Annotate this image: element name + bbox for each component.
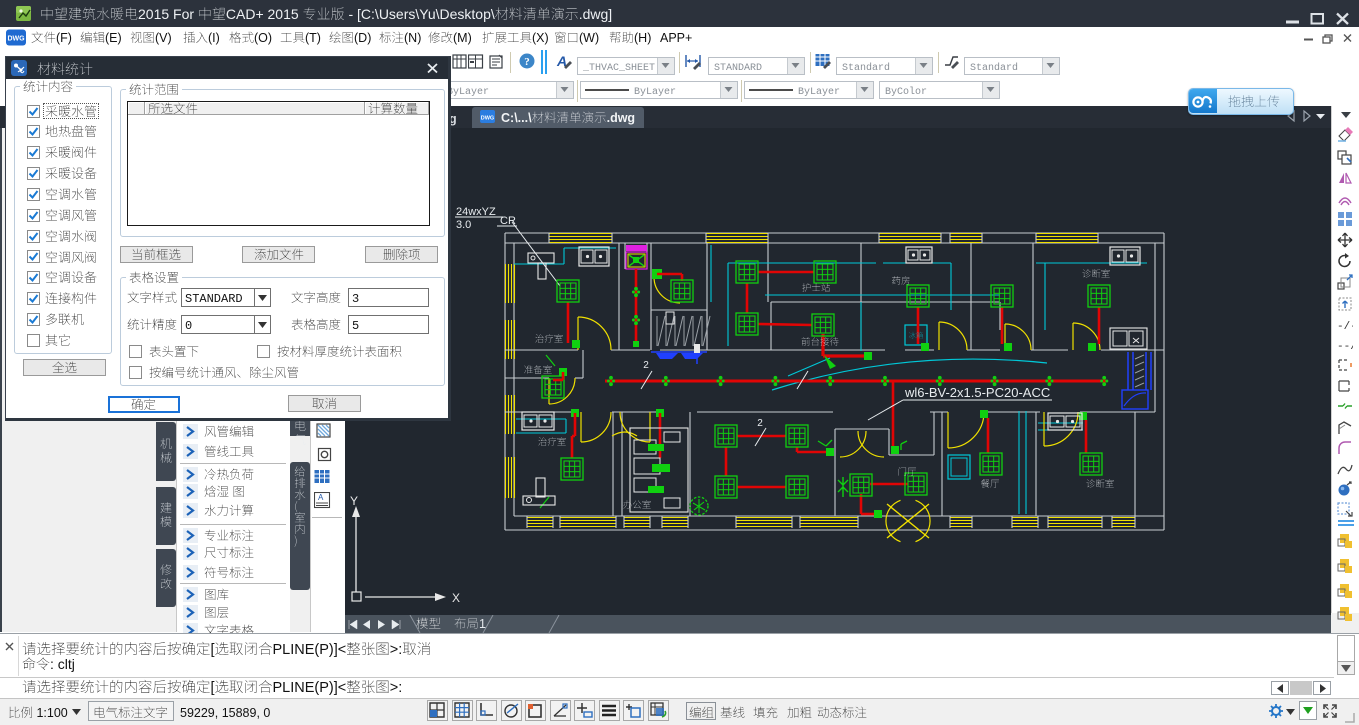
svg-text:DWG: DWG xyxy=(481,116,494,122)
svg-text:24wxYZ: 24wxYZ xyxy=(456,206,496,218)
svg-text:CR: CR xyxy=(500,215,516,227)
svg-text:X: X xyxy=(452,591,460,605)
svg-text:2: 2 xyxy=(643,360,649,371)
svg-text:2: 2 xyxy=(757,418,763,429)
svg-text:?: ? xyxy=(524,56,530,68)
svg-text:A: A xyxy=(318,493,324,502)
svg-text:--/: --/ xyxy=(1337,341,1353,353)
svg-text:Y: Y xyxy=(350,494,358,508)
svg-text:3.0: 3.0 xyxy=(456,219,471,231)
svg-text:-/-: -/- xyxy=(1337,321,1353,333)
svg-text:wl6-BV-2x1.5-PC20-ACC: wl6-BV-2x1.5-PC20-ACC xyxy=(904,385,1050,400)
svg-text:DWG: DWG xyxy=(7,36,25,43)
